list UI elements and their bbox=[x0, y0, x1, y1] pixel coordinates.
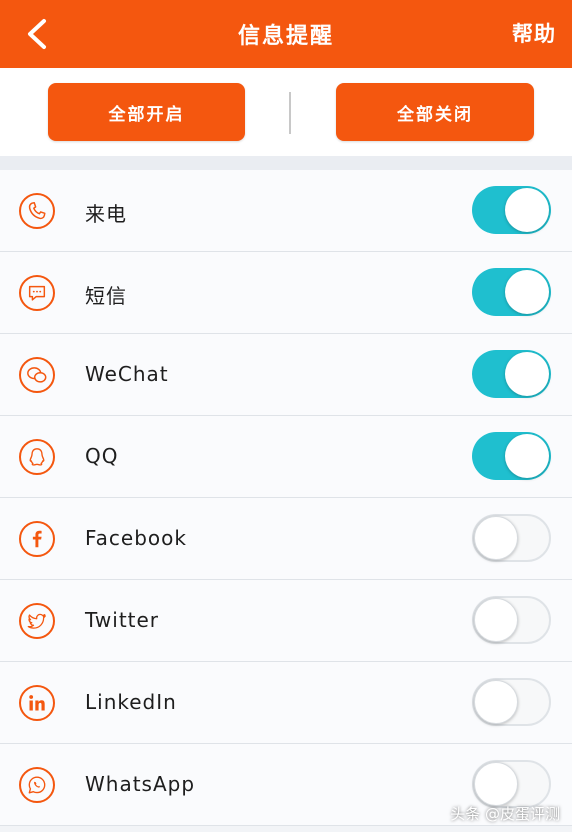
chevron-left-icon bbox=[28, 19, 46, 49]
linkedin-icon bbox=[19, 685, 55, 721]
item-label: Facebook bbox=[85, 526, 187, 550]
toggle-knob bbox=[505, 270, 549, 314]
list-item-wechat: WeChat bbox=[0, 334, 572, 416]
message-icon bbox=[19, 275, 55, 311]
item-label: QQ bbox=[85, 444, 119, 468]
toggle-switch[interactable] bbox=[472, 432, 551, 480]
toggle-knob bbox=[505, 188, 549, 232]
list-item-calls: 来电 bbox=[0, 170, 572, 252]
item-label: WhatsApp bbox=[85, 772, 196, 796]
top-bar: 信息提醒 帮助 bbox=[0, 0, 572, 68]
item-label: 来电 bbox=[85, 202, 127, 226]
notification-list: 来电 短信 WeChat QQ Facebook Twitter LinkedI… bbox=[0, 170, 572, 826]
help-button[interactable]: 帮助 bbox=[512, 18, 556, 48]
toggle-switch[interactable] bbox=[472, 760, 551, 808]
toggle-switch[interactable] bbox=[472, 596, 551, 644]
toggle-switch[interactable] bbox=[472, 350, 551, 398]
list-item-qq: QQ bbox=[0, 416, 572, 498]
list-item-facebook: Facebook bbox=[0, 498, 572, 580]
item-label: WeChat bbox=[85, 362, 169, 386]
toggle-knob bbox=[474, 762, 518, 806]
phone-icon bbox=[19, 193, 55, 229]
list-item-sms: 短信 bbox=[0, 252, 572, 334]
page-title: 信息提醒 bbox=[237, 24, 334, 49]
divider bbox=[289, 92, 291, 134]
enable-all-button[interactable]: 全部开启 bbox=[48, 83, 245, 141]
list-item-linkedin: LinkedIn bbox=[0, 662, 572, 744]
toggle-knob bbox=[474, 598, 518, 642]
wechat-icon bbox=[19, 357, 55, 393]
action-bar: 全部开启 全部关闭 bbox=[0, 68, 572, 156]
toggle-knob bbox=[474, 680, 518, 724]
toggle-switch[interactable] bbox=[472, 678, 551, 726]
section-gap bbox=[0, 156, 572, 170]
toggle-knob bbox=[505, 352, 549, 396]
toggle-knob bbox=[474, 516, 518, 560]
toggle-switch[interactable] bbox=[472, 268, 551, 316]
toggle-switch[interactable] bbox=[472, 514, 551, 562]
toggle-switch[interactable] bbox=[472, 186, 551, 234]
item-label: Twitter bbox=[85, 608, 160, 632]
toggle-knob bbox=[505, 434, 549, 478]
back-button[interactable] bbox=[24, 14, 64, 54]
disable-all-button[interactable]: 全部关闭 bbox=[336, 83, 534, 141]
facebook-icon bbox=[19, 521, 55, 557]
item-label: 短信 bbox=[85, 284, 127, 308]
list-item-twitter: Twitter bbox=[0, 580, 572, 662]
item-label: LinkedIn bbox=[85, 690, 177, 714]
whatsapp-icon bbox=[19, 767, 55, 803]
twitter-icon bbox=[19, 603, 55, 639]
watermark: 头条 @皮蛋评测 bbox=[450, 805, 560, 823]
qq-icon bbox=[19, 439, 55, 475]
